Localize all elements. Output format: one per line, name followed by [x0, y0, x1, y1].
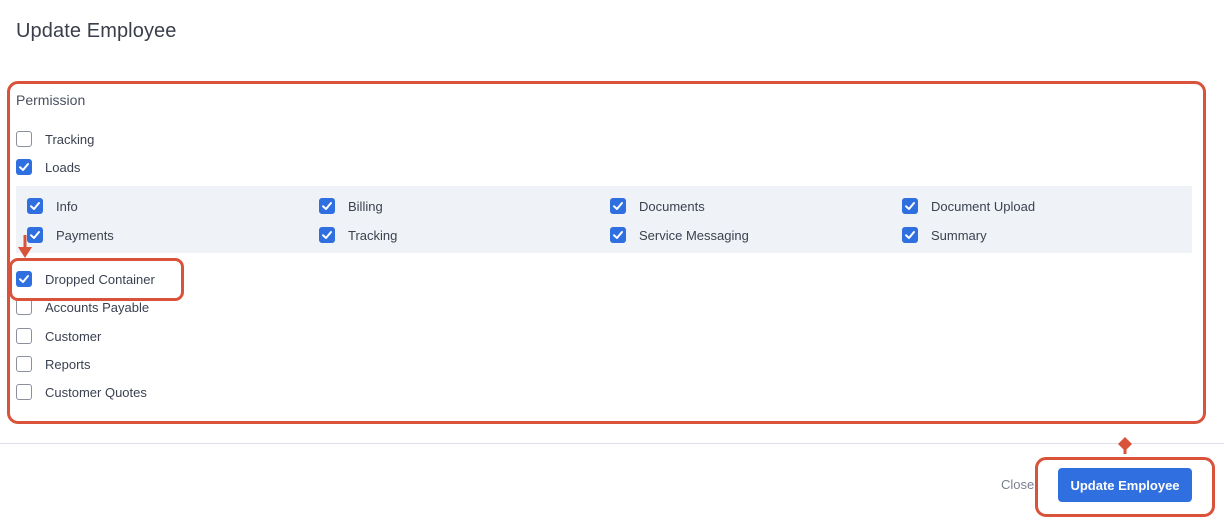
permission-tracking[interactable]: Tracking	[16, 131, 94, 147]
checkbox-label: Tracking	[45, 131, 95, 147]
loads-sub-tracking[interactable]: Tracking	[319, 227, 397, 243]
checkbox[interactable]	[27, 198, 43, 214]
permission-customer[interactable]: Customer	[16, 328, 101, 344]
close-button[interactable]: Close	[1001, 477, 1034, 492]
checkbox[interactable]	[319, 227, 335, 243]
permission-reports[interactable]: Reports	[16, 356, 91, 372]
footer-divider	[0, 443, 1224, 444]
loads-sub-permissions-panel	[16, 186, 1192, 253]
annotation-arrow-icon	[18, 235, 32, 258]
checkbox[interactable]	[902, 227, 918, 243]
checkbox[interactable]	[16, 299, 32, 315]
permission-customer-quotes[interactable]: Customer Quotes	[16, 384, 147, 400]
loads-sub-summary[interactable]: Summary	[902, 227, 987, 243]
loads-sub-documents[interactable]: Documents	[610, 198, 705, 214]
permission-loads[interactable]: Loads	[16, 159, 80, 175]
checkbox-label: Document Upload	[931, 198, 1036, 214]
checkbox[interactable]	[16, 356, 32, 372]
checkbox[interactable]	[902, 198, 918, 214]
annotation-diamond-icon	[1118, 437, 1132, 454]
dropped-container-annotation-box	[9, 258, 184, 301]
update-button-annotation-box	[1035, 457, 1215, 517]
checkbox-label: Summary	[931, 227, 987, 243]
checkbox[interactable]	[319, 198, 335, 214]
loads-sub-info[interactable]: Info	[27, 198, 78, 214]
checkbox-label: Loads	[45, 159, 81, 175]
checkbox-label: Tracking	[348, 227, 398, 243]
checkbox[interactable]	[16, 384, 32, 400]
checkbox[interactable]	[16, 328, 32, 344]
checkbox-label: Info	[56, 198, 78, 214]
loads-sub-billing[interactable]: Billing	[319, 198, 383, 214]
loads-sub-service-messaging[interactable]: Service Messaging	[610, 227, 749, 243]
checkbox[interactable]	[16, 159, 32, 175]
checkbox[interactable]	[610, 198, 626, 214]
checkbox-label: Billing	[348, 198, 383, 214]
checkbox[interactable]	[16, 131, 32, 147]
checkbox-label: Reports	[45, 356, 91, 372]
checkbox-label: Accounts Payable	[45, 299, 150, 315]
checkbox-label: Documents	[639, 198, 705, 214]
loads-sub-payments[interactable]: Payments	[27, 227, 114, 243]
dialog-title: Update Employee	[16, 20, 177, 42]
checkbox-label: Payments	[56, 227, 114, 243]
checkbox-label: Customer Quotes	[45, 384, 147, 400]
loads-sub-document-upload[interactable]: Document Upload	[902, 198, 1035, 214]
permission-section-label: Permission	[16, 92, 86, 108]
checkbox-label: Service Messaging	[639, 227, 749, 243]
permission-accounts-payable[interactable]: Accounts Payable	[16, 299, 149, 315]
checkbox[interactable]	[610, 227, 626, 243]
checkbox-label: Customer	[45, 328, 102, 344]
